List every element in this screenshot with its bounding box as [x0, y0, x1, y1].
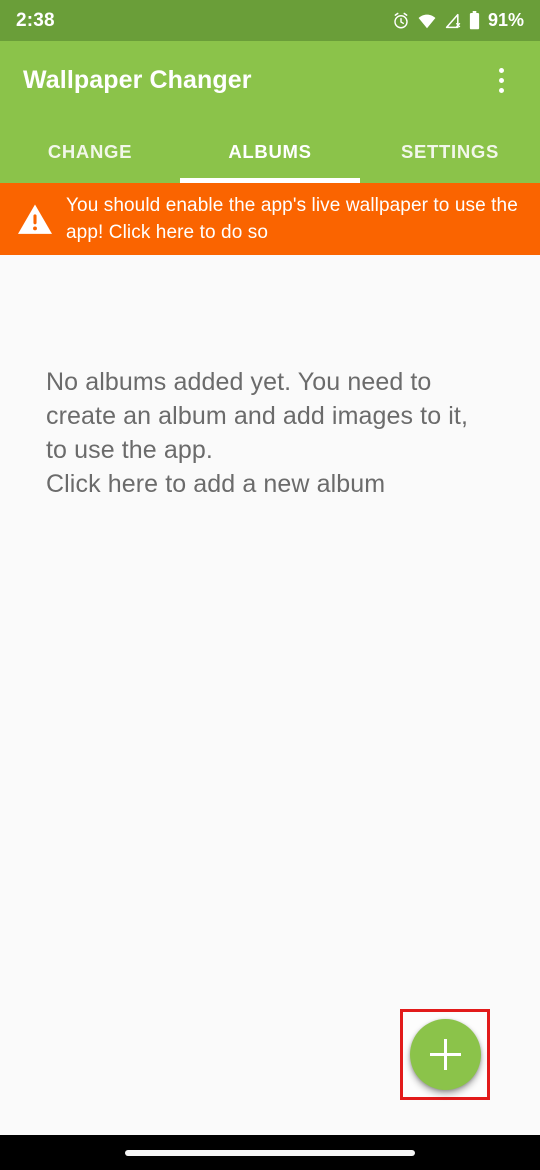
warning-banner-text: You should enable the app's live wallpap… — [66, 195, 518, 243]
battery-icon — [469, 11, 480, 30]
plus-icon-vertical — [444, 1039, 447, 1070]
empty-state-line-1: No albums added yet. You need to create … — [46, 368, 469, 464]
wifi-icon — [417, 13, 437, 29]
tab-label: CHANGE — [47, 140, 133, 162]
empty-state-message[interactable]: No albums added yet. You need to create … — [46, 365, 496, 501]
overflow-dot — [498, 88, 504, 93]
overflow-dot — [498, 68, 504, 73]
tab-settings[interactable]: SETTINGS — [360, 120, 540, 183]
page-title: Wallpaper Changer — [23, 66, 252, 94]
add-album-fab[interactable] — [410, 1019, 481, 1090]
tab-label: SETTINGS — [400, 140, 500, 162]
battery-percent-label: 91% — [487, 10, 524, 30]
tab-bar: CHANGE ALBUMS SETTINGS — [0, 120, 540, 183]
overflow-dot — [498, 78, 504, 83]
cell-signal-off-icon — [444, 13, 462, 29]
tab-albums[interactable]: ALBUMS — [180, 120, 360, 183]
status-bar: 2:38 91% — [0, 0, 540, 41]
phone-screen: 2:38 91% Wallpaper Changer CHANGE ALBUMS… — [0, 0, 540, 1170]
tab-label: ALBUMS — [228, 140, 312, 162]
warning-triangle-icon — [14, 202, 56, 236]
albums-content-area: No albums added yet. You need to create … — [0, 255, 540, 1135]
live-wallpaper-warning-banner[interactable]: You should enable the app's live wallpap… — [0, 183, 540, 255]
alarm-icon — [392, 12, 410, 30]
empty-state-line-2: Click here to add a new album — [46, 470, 386, 498]
system-navigation-bar — [0, 1135, 540, 1170]
status-bar-clock: 2:38 — [16, 9, 55, 31]
tab-change[interactable]: CHANGE — [0, 120, 180, 183]
status-bar-icons: 91% — [392, 10, 524, 31]
app-bar: Wallpaper Changer — [0, 41, 540, 120]
more-vert-icon[interactable] — [484, 59, 518, 103]
gesture-pill[interactable] — [125, 1149, 415, 1156]
